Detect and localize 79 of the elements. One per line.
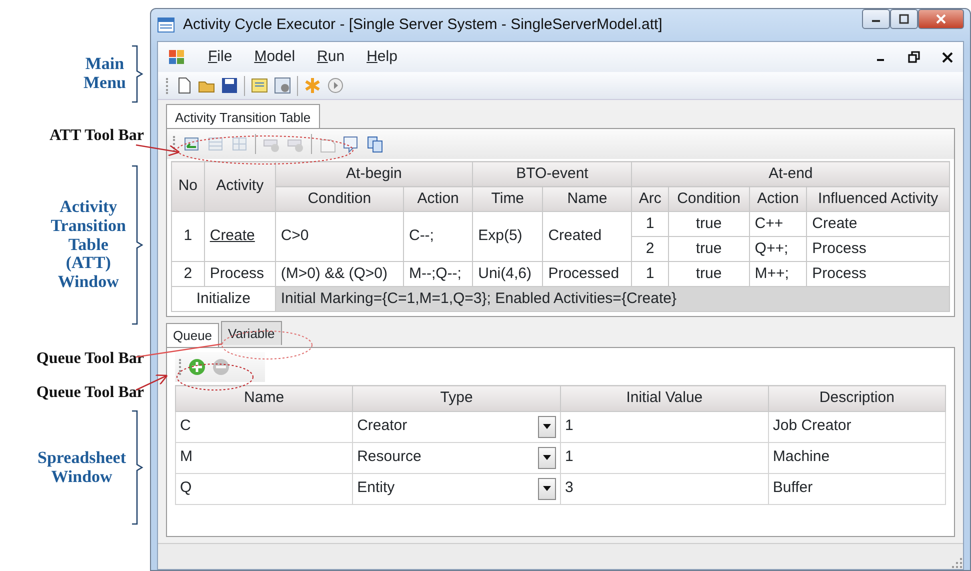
caret-icon[interactable] (542, 486, 551, 491)
comment-icon[interactable] (343, 136, 360, 152)
group-header: BTO-event (472, 162, 632, 186)
close-button[interactable] (918, 9, 964, 29)
add-icon[interactable] (188, 358, 206, 376)
annotation-label: Main Menu (84, 55, 126, 93)
annotation-label: Activity Transition Table (ATT) Window (50, 198, 126, 292)
table-cell: 1 (632, 212, 668, 236)
column-header: Name (176, 386, 353, 411)
column-header: Description (768, 386, 946, 411)
table-cell: C (176, 411, 353, 442)
maximize-button[interactable] (890, 9, 918, 29)
minimize-button[interactable] (862, 9, 890, 29)
column-header: Influenced Activity (806, 186, 950, 212)
menu-item[interactable]: Run (317, 46, 345, 68)
table-cell: 2 (632, 236, 668, 262)
table-cell: Process (806, 236, 950, 262)
column-header: Name (542, 186, 632, 212)
table-cell: Create (204, 212, 276, 262)
table-cell: C++ (749, 212, 807, 236)
close-icon[interactable] (942, 52, 953, 62)
tab[interactable]: Queue (166, 322, 220, 347)
close-icon (936, 14, 946, 24)
restore-icon[interactable] (908, 51, 920, 63)
table-cell: 1 (560, 411, 768, 442)
table-cell: true (668, 236, 750, 262)
menu-item[interactable]: Model (254, 46, 296, 68)
group-header: At-begin (275, 162, 473, 186)
table-cell: M (176, 442, 353, 473)
window-title: Activity Cycle Executor - [Single Server System - SingleServerModel.att] (183, 14, 664, 35)
table-cell: Buffer (768, 473, 946, 504)
table-cell: Create (806, 212, 950, 236)
column-header: Time (472, 186, 543, 212)
table-cell: Initial Marking={C=1,M=1,Q=3}; Enabled Activities={Create} (275, 286, 950, 312)
table-cell: 3 (560, 473, 768, 504)
copy-icon[interactable] (367, 136, 384, 152)
table-cell: Q++; (749, 236, 807, 262)
annotation-label: Spreadsheet Window (38, 448, 126, 486)
table-cell: Process (204, 262, 276, 286)
menu-item[interactable]: File (208, 46, 232, 68)
column-header: Initial Value (560, 386, 768, 411)
column-header: Action (749, 186, 807, 212)
table-cell: 1 (172, 212, 204, 262)
table-cell: C>0 (275, 212, 404, 262)
column-header: Arc (632, 186, 668, 212)
resize-grip-icon (951, 557, 963, 569)
table-cell: C--; (403, 212, 473, 262)
annotation-label: ATT Tool Bar (49, 127, 144, 145)
app-icon (157, 17, 175, 33)
table-cell: Exp(5) (472, 212, 543, 262)
restore-icon (899, 14, 909, 24)
table-cell: Machine (768, 442, 946, 473)
column-header: Condition (275, 186, 404, 212)
table-cell: Q (176, 473, 353, 504)
document-tab[interactable]: Activity Transition Table (166, 104, 320, 128)
save-icon[interactable] (221, 77, 238, 94)
form-icon[interactable] (251, 77, 268, 94)
table-cell: true (668, 212, 750, 236)
caret-icon[interactable] (542, 424, 551, 429)
table-cell: Initialize (172, 286, 276, 312)
column-header: No (172, 162, 204, 212)
table-cell: 1 (560, 442, 768, 473)
menu-item[interactable]: Help (366, 46, 398, 68)
callout-arrow (136, 144, 180, 156)
brace-mark (130, 45, 144, 103)
group-header: At-end (632, 162, 950, 186)
column-header: Activity (204, 162, 276, 212)
column-header: Condition (668, 186, 750, 212)
annotation-label: Queue Tool Bar (36, 350, 144, 368)
table-cell: Job Creator (768, 411, 946, 442)
column-header: Type (352, 386, 560, 411)
tab[interactable]: Variable (221, 320, 282, 345)
table-cell: Created (542, 212, 632, 262)
table-cell: 2 (172, 262, 204, 286)
annotation-label: Queue Tool Bar (36, 384, 144, 402)
caret-icon[interactable] (542, 455, 551, 460)
column-header: Action (403, 186, 473, 212)
play-icon[interactable] (327, 77, 344, 94)
app-icon (168, 49, 186, 65)
